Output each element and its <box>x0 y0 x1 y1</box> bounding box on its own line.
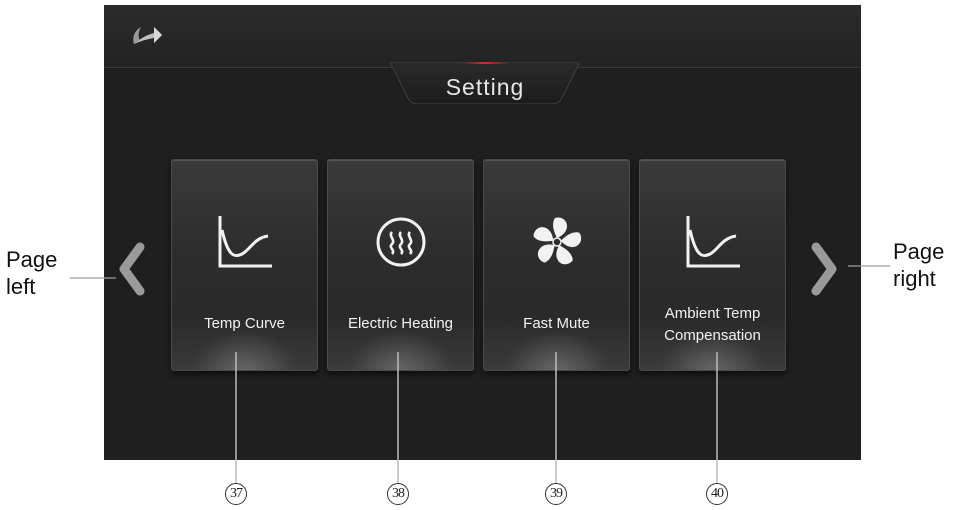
temp-curve-button[interactable]: Temp Curve <box>171 159 318 371</box>
ambient-temp-compensation-button[interactable]: Ambient Temp Compensation <box>639 159 786 371</box>
card-label-line1: Ambient Temp <box>664 305 761 322</box>
heating-icon <box>376 217 426 267</box>
curve-chart-icon <box>218 216 272 268</box>
card-label: Electric Heating <box>347 315 454 332</box>
fast-mute-button[interactable]: Fast Mute <box>483 159 630 371</box>
page-left-line1: Page <box>6 247 58 272</box>
page-right-annotation: Page right <box>893 238 944 292</box>
page-left-arrow-icon[interactable] <box>114 241 148 297</box>
top-bar <box>104 5 861 68</box>
card-label: Temp Curve <box>204 315 285 332</box>
page-right-line1: Page <box>893 239 945 264</box>
callout-number-37: 37 <box>225 483 247 505</box>
page-right-line2: right <box>893 266 936 291</box>
page-left-annotation: Page left <box>6 246 57 300</box>
callout-number-40: 40 <box>706 483 728 505</box>
title-tab: Setting <box>390 62 580 104</box>
curve-chart-icon <box>686 216 740 268</box>
page-right-arrow-icon[interactable] <box>808 241 842 297</box>
callout-number-39: 39 <box>545 483 567 505</box>
callout-number-38: 38 <box>387 483 409 505</box>
back-arrow-icon[interactable] <box>128 19 164 53</box>
page-left-line2: left <box>6 274 36 299</box>
electric-heating-button[interactable]: Electric Heating <box>327 159 474 371</box>
device-screen: Setting Temp Curve Electric Heating Fast… <box>104 5 861 460</box>
card-label-line2: Compensation <box>664 327 761 344</box>
card-label: Fast Mute <box>523 315 590 332</box>
page-title: Setting <box>445 74 525 100</box>
figure: Setting Temp Curve Electric Heating Fast… <box>0 0 968 510</box>
fan-icon <box>533 217 582 265</box>
